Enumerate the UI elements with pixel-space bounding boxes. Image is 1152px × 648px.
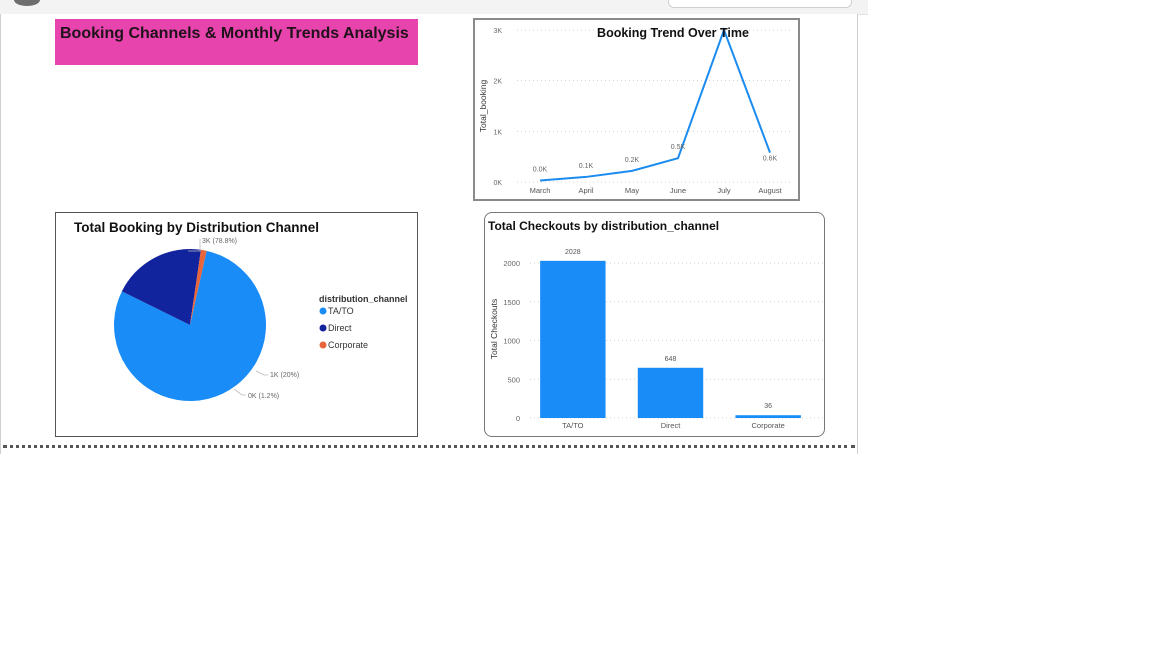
checkouts-bar-chart: Total Checkouts by distribution_channel … <box>488 219 823 430</box>
trend-x-tick-label: May <box>625 186 639 195</box>
bar-chart-title: Total Checkouts by distribution_channel <box>488 219 719 233</box>
trend-y-tick-label: 0K <box>493 180 502 187</box>
dashboard-title: Booking Channels & Monthly Trends Analys… <box>60 25 409 42</box>
pie-chart-title: Total Booking by Distribution Channel <box>74 220 319 235</box>
legend-item-label[interactable]: TA/TO <box>328 306 354 316</box>
bar-y-tick-label: 2000 <box>503 259 520 268</box>
bar-x-tick-label: Corporate <box>751 421 784 430</box>
pie-data-label: 3K (78.8%) <box>202 238 237 245</box>
bar-x-tick-label: Direct <box>661 421 682 430</box>
bar-value-label: 36 <box>764 403 772 410</box>
pie-leader-line <box>233 388 246 396</box>
trend-y-tick-label: 3K <box>493 28 502 35</box>
bar-direct[interactable] <box>637 367 704 418</box>
bar-tato[interactable] <box>540 260 606 418</box>
search-input[interactable] <box>668 0 852 8</box>
legend-swatch <box>319 324 327 332</box>
trend-x-tick-label: July <box>717 186 731 195</box>
trend-y-tick-label: 1K <box>493 129 502 136</box>
distribution-pie-chart: Total Booking by Distribution Channel 3K… <box>74 220 408 402</box>
legend-item-label[interactable]: Corporate <box>328 340 368 350</box>
trend-data-label: 0.0K <box>533 166 548 173</box>
trend-x-tick-label: March <box>530 186 551 195</box>
bar-corporate[interactable] <box>735 415 801 418</box>
pie-data-label: 1K (20%) <box>270 372 299 379</box>
bar-y-axis-label: Total Checkouts <box>489 299 499 359</box>
bar-y-tick-label: 1500 <box>503 298 520 307</box>
trend-data-label: 0.2K <box>625 157 640 164</box>
bar-y-tick-label: 500 <box>507 375 520 384</box>
checkouts-bar-card[interactable]: Total Checkouts by distribution_channel … <box>484 212 825 437</box>
booking-trend-chart: 0K 1K 2K 3K March April May June July August 0.0… <box>478 20 793 195</box>
trend-chart-title: Booking Trend Over Time <box>597 26 749 40</box>
pie-data-label: 0K (1.2%) <box>248 393 279 400</box>
bar-y-tick-label: 1000 <box>503 337 520 346</box>
app-top-bar <box>0 0 868 15</box>
bar-x-tick-label: TA/TO <box>562 421 584 430</box>
pie-legend-title: distribution_channel <box>319 294 408 304</box>
bar-value-label: 648 <box>665 356 677 363</box>
trend-data-label: 0.6K <box>763 156 778 163</box>
trend-y-axis-label: Total_booking <box>478 80 488 133</box>
legend-swatch <box>319 341 327 349</box>
trend-data-label: 0.1K <box>579 163 594 170</box>
app-logo-icon <box>14 0 40 6</box>
dashboard-title-banner: Booking Channels & Monthly Trends Analys… <box>55 19 418 65</box>
trend-data-label: 0.5K <box>671 144 686 151</box>
distribution-pie-card[interactable]: Total Booking by Distribution Channel 3K… <box>55 212 418 437</box>
booking-trend-card[interactable]: 0K 1K 2K 3K March April May June July August 0.0… <box>473 18 800 201</box>
bar-y-tick-label: 0 <box>516 414 520 423</box>
pie-leader-line <box>255 370 268 376</box>
page-break-divider <box>3 445 855 448</box>
legend-item-label[interactable]: Direct <box>328 323 352 333</box>
trend-y-tick-label: 2K <box>493 79 502 86</box>
trend-x-tick-label: August <box>758 186 782 195</box>
trend-x-tick-label: June <box>670 186 686 195</box>
trend-x-tick-label: April <box>578 186 593 195</box>
legend-swatch <box>319 307 327 315</box>
bar-value-label: 2028 <box>565 249 581 256</box>
trend-line-series <box>539 27 771 182</box>
